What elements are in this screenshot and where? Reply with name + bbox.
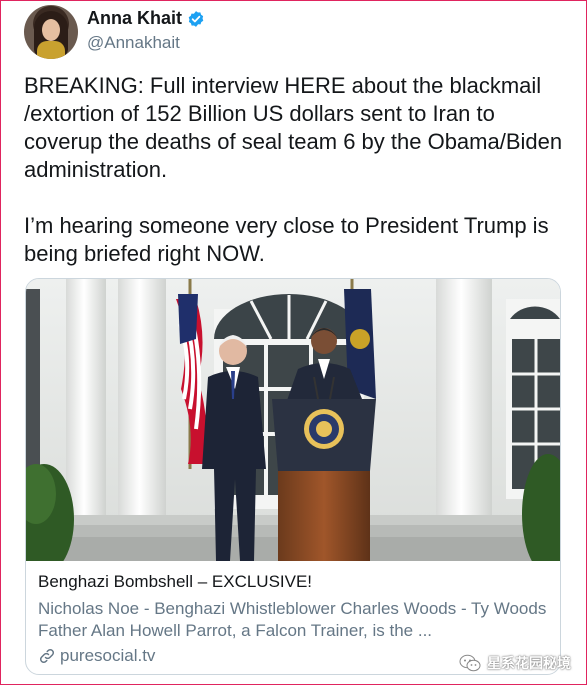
avatar[interactable] <box>24 5 78 59</box>
card-body: Benghazi Bombshell – EXCLUSIVE! Nicholas… <box>38 571 550 666</box>
tweet-text: BREAKING: Full interview HERE about the … <box>24 72 569 268</box>
watermark: 星系花园秘境 <box>459 653 571 673</box>
author-name-row: Anna Khait <box>87 8 205 29</box>
card-title[interactable]: Benghazi Bombshell – EXCLUSIVE! <box>38 571 550 593</box>
link-icon <box>38 647 56 665</box>
card-description: Nicholas Noe - Benghazi Whistleblower Ch… <box>38 599 547 640</box>
watermark-text: 星系花园秘境 <box>487 656 571 672</box>
author-display-name[interactable]: Anna Khait <box>87 8 182 29</box>
tweet-paragraph-2: I’m hearing someone very close to Presid… <box>24 213 549 266</box>
card-domain[interactable]: puresocial.tv <box>60 646 155 666</box>
link-preview-card[interactable]: Benghazi Bombshell – EXCLUSIVE! Nicholas… <box>25 278 561 675</box>
verified-badge-icon <box>187 10 205 28</box>
wechat-icon <box>459 654 481 672</box>
author-handle[interactable]: @Annakhait <box>87 33 180 53</box>
tweet-paragraph-1: BREAKING: Full interview HERE about the … <box>24 73 563 182</box>
card-image[interactable] <box>26 279 560 561</box>
